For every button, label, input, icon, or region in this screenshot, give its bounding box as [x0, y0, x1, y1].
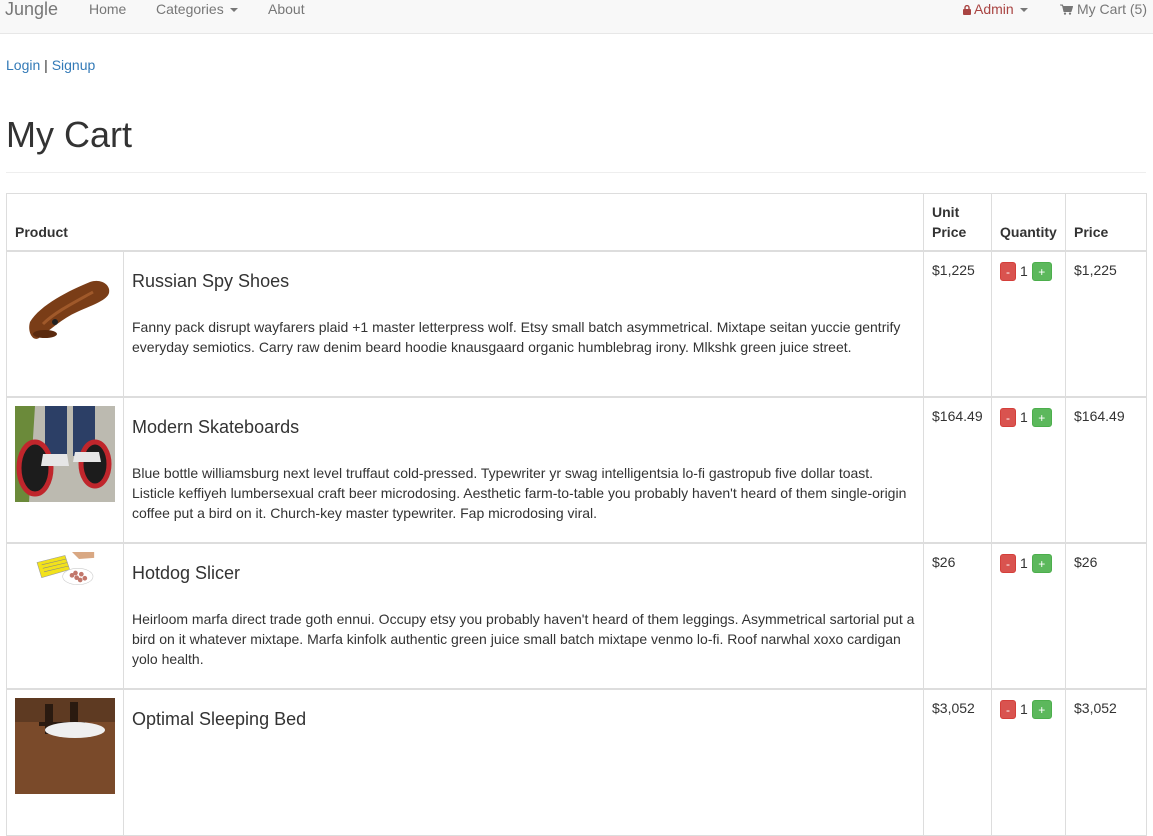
nav-admin-label: Admin	[974, 1, 1014, 17]
nav-about[interactable]: About	[268, 0, 305, 18]
table-row: Modern Skateboards Blue bottle williamsb…	[6, 396, 1148, 544]
brand-link[interactable]: Jungle	[5, 0, 58, 21]
decrease-quantity-button[interactable]: -	[1000, 699, 1017, 719]
cart-table: Product Unit Price Quantity Price Russian…	[5, 193, 1148, 836]
decrease-quantity-button[interactable]: -	[1000, 407, 1017, 427]
product-image-cell	[6, 688, 124, 836]
chevron-down-icon	[229, 8, 238, 13]
increase-quantity-button[interactable]: +	[1031, 261, 1052, 281]
chevron-down-icon	[1019, 8, 1028, 13]
increase-quantity-button[interactable]: +	[1031, 699, 1052, 719]
nav-admin-dropdown[interactable]: Admin	[963, 0, 1028, 18]
auth-separator: |	[40, 57, 52, 73]
title-divider	[6, 172, 1146, 173]
product-description: Heirloom marfa direct trade goth ennui. …	[132, 611, 915, 667]
quantity-cell: -1 +	[991, 688, 1067, 836]
header-price: Price	[1065, 193, 1148, 252]
product-info-cell: Hotdog Slicer Heirloom marfa direct trad…	[122, 542, 925, 690]
product-name: Russian Spy Shoes	[132, 271, 290, 291]
quantity-stepper: -1 +	[1000, 553, 1052, 573]
table-row: Optimal Sleeping Bed $3,052 -1 + $3,052	[6, 688, 1148, 836]
nav-home[interactable]: Home	[89, 0, 126, 18]
cart-icon	[1060, 4, 1073, 15]
increase-quantity-button[interactable]: +	[1031, 407, 1052, 427]
unit-price: $164.49	[923, 396, 993, 544]
product-image	[15, 260, 115, 356]
page-title: My Cart	[6, 114, 132, 155]
line-price: $26	[1065, 542, 1148, 690]
quantity-stepper: -1 +	[1000, 407, 1052, 427]
product-image-cell	[6, 250, 124, 398]
quantity-cell: -1 +	[991, 396, 1067, 544]
table-header-row: Product Unit Price Quantity Price	[5, 193, 1148, 252]
header-unit-price: Unit Price	[923, 193, 993, 252]
unit-price: $3,052	[923, 688, 993, 836]
quantity-value: 1	[1020, 555, 1028, 572]
quantity-value: 1	[1020, 409, 1028, 426]
nav-categories-dropdown[interactable]: Categories	[156, 0, 238, 18]
product-info-cell: Optimal Sleeping Bed	[122, 688, 925, 836]
quantity-cell: -1 +	[991, 250, 1067, 398]
quantity-value: 1	[1020, 701, 1028, 718]
quantity-cell: -1 +	[991, 542, 1067, 690]
product-name: Optimal Sleeping Bed	[132, 709, 307, 729]
increase-quantity-button[interactable]: +	[1031, 553, 1052, 573]
header-quantity: Quantity	[991, 193, 1067, 252]
unit-price: $26	[923, 542, 993, 690]
table-row: Hotdog Slicer Heirloom marfa direct trad…	[6, 542, 1148, 690]
product-image-cell	[6, 542, 124, 690]
nav-categories-label: Categories	[156, 1, 224, 17]
decrease-quantity-button[interactable]: -	[1000, 553, 1017, 573]
product-image	[35, 552, 95, 585]
signup-link[interactable]: Signup	[52, 57, 96, 73]
lock-icon	[963, 5, 971, 15]
product-image-cell	[6, 396, 124, 544]
line-price: $164.49	[1065, 396, 1148, 544]
auth-links: Login | Signup	[6, 56, 95, 74]
nav-my-cart[interactable]: My Cart (5)	[1060, 0, 1147, 18]
nav-my-cart-label: My Cart (5)	[1077, 1, 1147, 17]
header-product: Product	[5, 193, 925, 252]
product-info-cell: Russian Spy Shoes Fanny pack disrupt way…	[122, 250, 925, 398]
login-link[interactable]: Login	[6, 57, 40, 73]
quantity-stepper: -1 +	[1000, 261, 1052, 281]
product-description: Blue bottle williamsburg next level truf…	[132, 465, 907, 521]
header-unit-price-line1: Unit	[932, 204, 960, 220]
product-info-cell: Modern Skateboards Blue bottle williamsb…	[122, 396, 925, 544]
line-price: $3,052	[1065, 688, 1148, 836]
header-unit-price-line2: Price	[932, 224, 967, 240]
decrease-quantity-button[interactable]: -	[1000, 261, 1017, 281]
product-image	[15, 698, 115, 794]
unit-price: $1,225	[923, 250, 993, 398]
product-description: Fanny pack disrupt wayfarers plaid +1 ma…	[132, 319, 901, 355]
quantity-stepper: -1 +	[1000, 699, 1052, 719]
product-image	[15, 406, 115, 502]
navbar: Jungle Home Categories About Admin My Ca…	[0, 0, 1153, 34]
line-price: $1,225	[1065, 250, 1148, 398]
product-name: Modern Skateboards	[132, 417, 300, 437]
product-name: Hotdog Slicer	[132, 563, 241, 583]
quantity-value: 1	[1020, 263, 1028, 280]
table-row: Russian Spy Shoes Fanny pack disrupt way…	[6, 250, 1148, 398]
